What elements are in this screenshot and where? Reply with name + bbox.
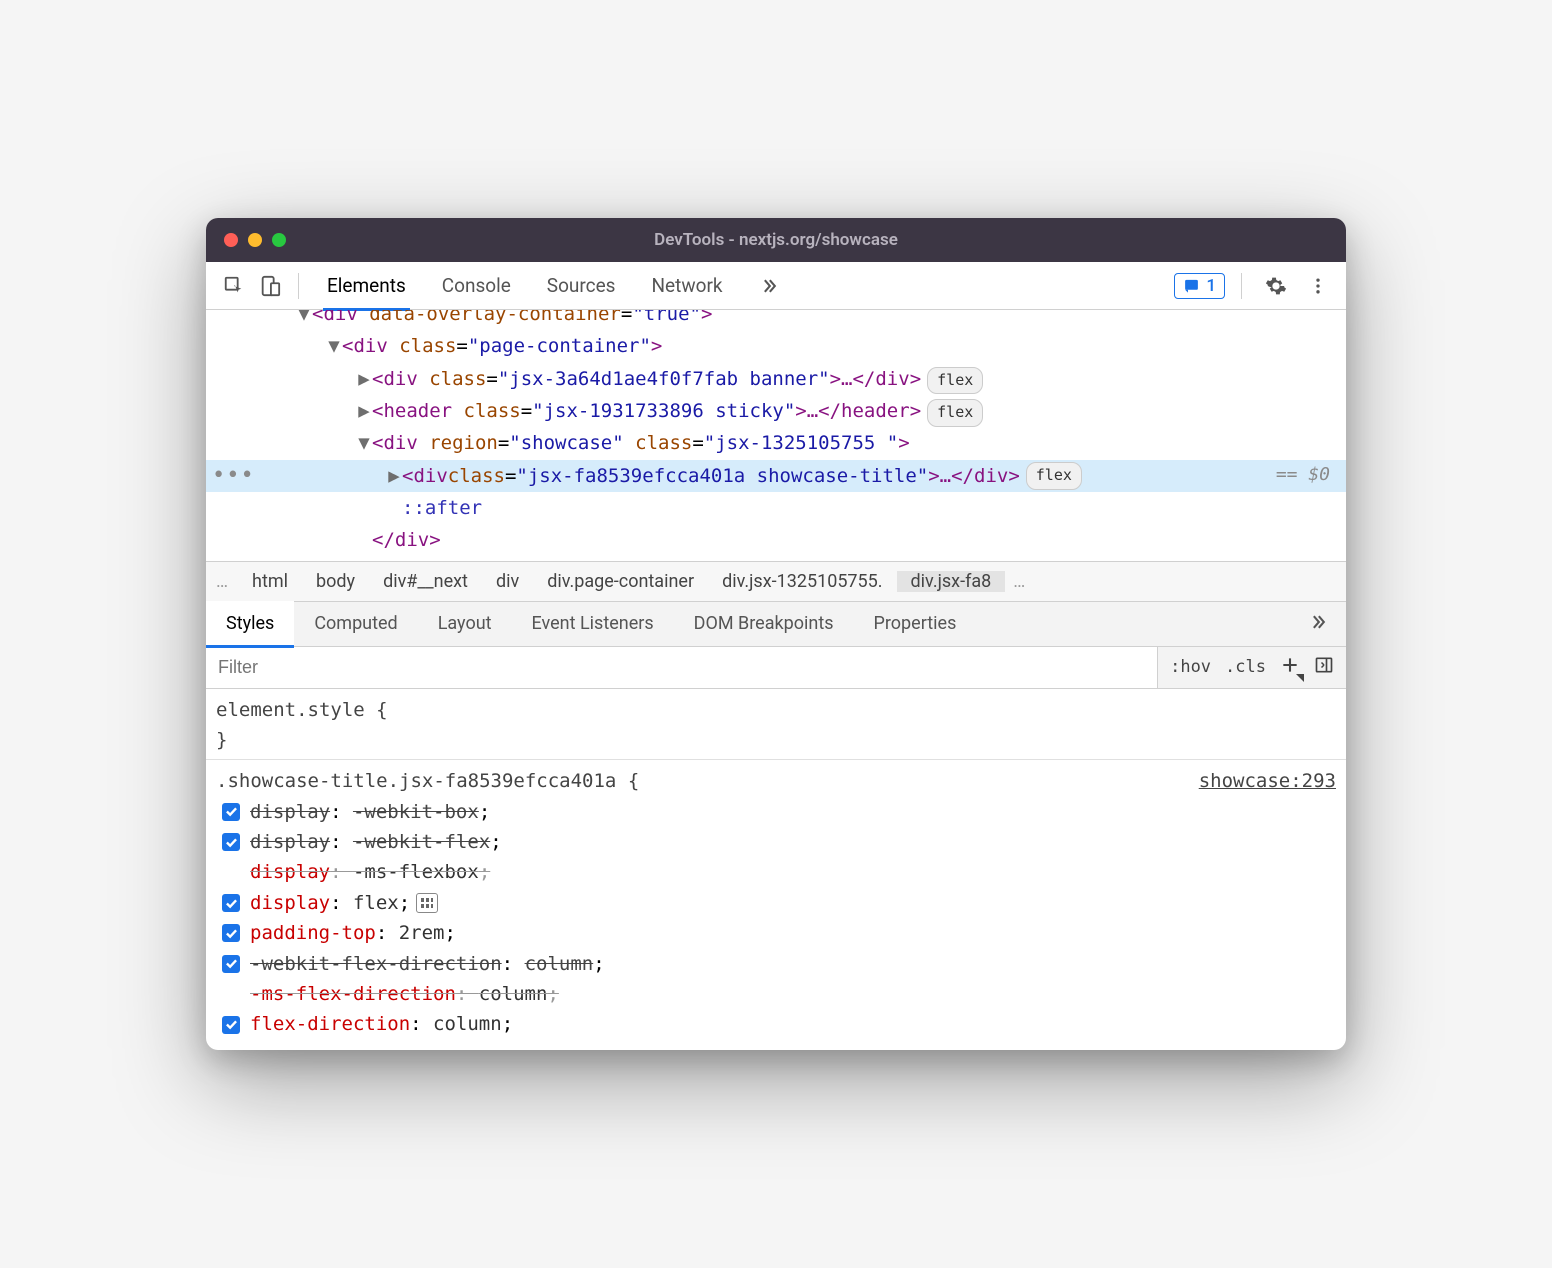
tab-sources[interactable]: Sources — [529, 262, 634, 310]
subtab-styles[interactable]: Styles — [206, 601, 294, 647]
titlebar: DevTools - nextjs.org/showcase — [206, 218, 1346, 262]
property-text: display: -webkit-flex; — [250, 827, 502, 857]
breadcrumb-overflow-right[interactable]: … — [1005, 571, 1033, 592]
property-toggle-checkbox[interactable] — [222, 1016, 240, 1034]
minimize-icon[interactable] — [248, 233, 262, 247]
flex-pill[interactable]: flex — [1026, 462, 1082, 490]
inspect-icon[interactable] — [220, 272, 248, 300]
dom-tree[interactable]: ▼<div data-overlay-container="true"> ▼<d… — [206, 310, 1346, 560]
breadcrumb-item-selected[interactable]: div.jsx-fa8 — [897, 571, 1006, 592]
rule-element-style[interactable]: element.style { } — [206, 695, 1346, 756]
subtab-computed[interactable]: Computed — [294, 601, 417, 647]
expand-icon[interactable]: ▼ — [296, 310, 312, 330]
subtabs-overflow-icon[interactable] — [1290, 612, 1346, 636]
css-property-row[interactable]: display: -webkit-flex; — [216, 827, 1336, 857]
css-property-row[interactable]: display: -ms-flexbox; — [216, 857, 1336, 887]
breadcrumb-item-html[interactable]: html — [238, 571, 302, 592]
separator — [1241, 273, 1242, 299]
property-toggle-checkbox[interactable] — [222, 833, 240, 851]
flexbox-editor-icon[interactable] — [416, 893, 438, 913]
dom-node-close[interactable]: </div> — [206, 524, 1346, 556]
separator — [206, 759, 1346, 760]
tabs-overflow-icon[interactable] — [741, 262, 797, 310]
property-text: display: -webkit-box; — [250, 797, 490, 827]
dom-pseudo[interactable]: ::after — [206, 492, 1346, 524]
rule-selector: element.style { — [216, 699, 388, 721]
traffic-lights — [206, 233, 286, 247]
css-property-row[interactable]: flex-direction: column; — [216, 1009, 1336, 1039]
css-property-row[interactable]: -webkit-flex-direction: column; — [216, 949, 1336, 979]
styles-filter-row: :hov .cls — [206, 647, 1346, 689]
window-title: DevTools - nextjs.org/showcase — [206, 230, 1346, 250]
rule-selector: .showcase-title.jsx-fa8539efcca401a { — [216, 770, 639, 792]
property-text: -ms-flex-direction: column; — [250, 979, 559, 1009]
styles-panel: element.style { } showcase:293 .showcase… — [206, 689, 1346, 1050]
kebab-icon[interactable] — [1304, 272, 1332, 300]
css-property-row[interactable]: display: flex; — [216, 888, 1336, 918]
toggle-hov[interactable]: :hov — [1170, 657, 1211, 677]
device-toggle-icon[interactable] — [256, 272, 284, 300]
property-text: padding-top: 2rem; — [250, 918, 456, 948]
property-text: display: -ms-flexbox; — [250, 857, 490, 887]
rule-showcase-title[interactable]: showcase:293 .showcase-title.jsx-fa8539e… — [206, 766, 1346, 1040]
dom-node[interactable]: ▶<header class="jsx-1931733896 sticky">…… — [206, 395, 1346, 427]
tab-elements[interactable]: Elements — [309, 262, 424, 310]
css-property-row[interactable]: display: -webkit-box; — [216, 797, 1336, 827]
expand-icon[interactable]: ▼ — [356, 427, 372, 459]
styles-tabs: Styles Computed Layout Event Listeners D… — [206, 601, 1346, 647]
property-text: flex-direction: column; — [250, 1009, 513, 1039]
property-toggle-checkbox[interactable] — [222, 955, 240, 973]
devtools-window: DevTools - nextjs.org/showcase Elements … — [206, 218, 1346, 1050]
css-property-row[interactable]: padding-top: 2rem; — [216, 918, 1336, 948]
toolbar-right: 1 — [1174, 272, 1336, 300]
main-tabs: Elements Console Sources Network — [309, 262, 1174, 310]
tab-network[interactable]: Network — [633, 262, 740, 310]
breadcrumb-item-page-container[interactable]: div.page-container — [533, 571, 708, 592]
property-text: -webkit-flex-direction: column; — [250, 949, 605, 979]
property-text: display: flex; — [250, 888, 410, 918]
styles-filter-controls: :hov .cls — [1157, 647, 1346, 688]
selected-node-ref: == $0 — [1276, 460, 1336, 491]
toggle-panel-icon[interactable] — [1314, 655, 1334, 680]
issues-badge[interactable]: 1 — [1174, 273, 1225, 299]
node-actions-icon[interactable]: ••• — [212, 457, 255, 494]
dom-node[interactable]: ▼<div class="page-container"> — [206, 330, 1346, 362]
styles-filter-input[interactable] — [206, 657, 1157, 678]
breadcrumb-item-next[interactable]: div#__next — [369, 571, 482, 592]
zoom-icon[interactable] — [272, 233, 286, 247]
dom-node[interactable]: ▼<div data-overlay-container="true"> — [206, 310, 1346, 330]
flex-pill[interactable]: flex — [927, 399, 983, 427]
dom-node-selected[interactable]: ••• ▶<div class="jsx-fa8539efcca401a sho… — [206, 460, 1346, 492]
subtab-dom-breakpoints[interactable]: DOM Breakpoints — [674, 601, 854, 647]
breadcrumb-overflow-left[interactable]: … — [206, 571, 238, 592]
dom-node[interactable]: ▼<div region="showcase" class="jsx-13251… — [206, 427, 1346, 459]
subtab-event-listeners[interactable]: Event Listeners — [512, 601, 674, 647]
breadcrumb-item-jsx[interactable]: div.jsx-1325105755. — [708, 571, 896, 592]
breadcrumb-item-div[interactable]: div — [482, 571, 533, 592]
expand-icon[interactable]: ▼ — [326, 330, 342, 362]
tab-console[interactable]: Console — [424, 262, 529, 310]
new-style-rule-icon[interactable] — [1280, 655, 1300, 680]
css-property-row[interactable]: -ms-flex-direction: column; — [216, 979, 1336, 1009]
subtab-layout[interactable]: Layout — [418, 601, 512, 647]
flex-pill[interactable]: flex — [927, 367, 983, 395]
issues-count: 1 — [1206, 276, 1216, 296]
breadcrumb-item-body[interactable]: body — [302, 571, 369, 592]
property-toggle-checkbox[interactable] — [222, 894, 240, 912]
toggle-cls[interactable]: .cls — [1225, 657, 1266, 677]
subtab-properties[interactable]: Properties — [854, 601, 977, 647]
property-toggle-checkbox[interactable] — [222, 924, 240, 942]
collapse-icon[interactable]: ▶ — [356, 363, 372, 395]
close-icon[interactable] — [224, 233, 238, 247]
main-toolbar: Elements Console Sources Network 1 — [206, 262, 1346, 310]
dom-node[interactable]: ▶<div class="jsx-3a64d1ae4f0f7fab banner… — [206, 363, 1346, 395]
collapse-icon[interactable]: ▶ — [386, 460, 402, 492]
separator — [298, 273, 299, 299]
collapse-icon[interactable]: ▶ — [356, 395, 372, 427]
property-toggle-checkbox[interactable] — [222, 803, 240, 821]
breadcrumb: … html body div#__next div div.page-cont… — [206, 561, 1346, 601]
rule-source-link[interactable]: showcase:293 — [1199, 766, 1336, 796]
gear-icon[interactable] — [1262, 272, 1290, 300]
